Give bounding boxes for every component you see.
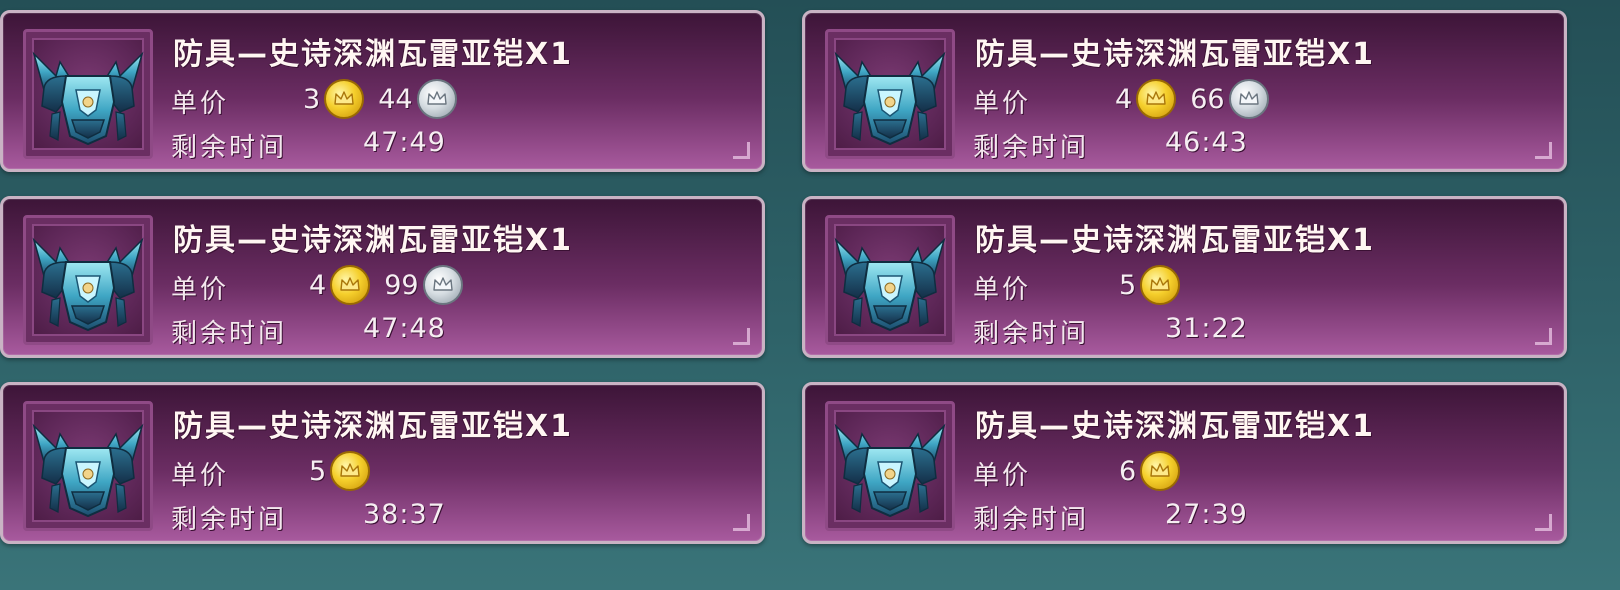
corner-mark	[1535, 514, 1552, 531]
gold-amount: 6	[1119, 455, 1137, 487]
listing-card[interactable]: 防具—史诗深渊瓦雷亚铠X1 单价 4 99 剩余时间 47:48	[0, 196, 765, 358]
gold-coin-icon	[330, 265, 371, 305]
item-slot	[825, 29, 955, 159]
time-left-value: 31:22	[1165, 313, 1248, 344]
price-value: 3 44	[303, 79, 471, 119]
price-label: 单价	[973, 461, 1032, 491]
silver-amount: 99	[384, 269, 419, 301]
corner-mark	[1535, 328, 1552, 345]
listing-card[interactable]: 防具—史诗深渊瓦雷亚铠X1 单价 5 剩余时间 38:37	[0, 382, 765, 544]
time-left-label: 剩余时间	[973, 319, 1090, 349]
silver-coin-icon	[1228, 79, 1269, 119]
listing-card[interactable]: 防具—史诗深渊瓦雷亚铠X1 单价 3 44 剩余时间 47:49	[0, 10, 765, 172]
item-slot	[825, 215, 955, 345]
time-left-value: 47:49	[363, 127, 446, 158]
price-label: 单价	[171, 461, 230, 491]
time-left-label: 剩余时间	[171, 319, 288, 349]
listing-grid: 防具—史诗深渊瓦雷亚铠X1 单价 3 44 剩余时间 47:49 防具—史诗深渊…	[0, 0, 1620, 590]
silver-coin-icon	[416, 79, 457, 119]
item-title: 防具—史诗深渊瓦雷亚铠X1	[975, 37, 1376, 72]
time-left-label: 剩余时间	[973, 133, 1090, 163]
gold-coin-icon	[324, 79, 365, 119]
gold-amount: 4	[1115, 83, 1133, 115]
time-left-label: 剩余时间	[973, 505, 1090, 535]
gold-coin-icon	[1136, 79, 1177, 119]
item-title: 防具—史诗深渊瓦雷亚铠X1	[173, 223, 574, 258]
gold-coin-icon	[1140, 451, 1181, 491]
price-label: 单价	[171, 275, 230, 305]
silver-amount: 66	[1190, 83, 1225, 115]
silver-amount: 44	[378, 83, 413, 115]
gold-amount: 4	[309, 269, 327, 301]
price-value: 4 99	[309, 265, 477, 305]
item-title: 防具—史诗深渊瓦雷亚铠X1	[975, 223, 1376, 258]
price-label: 单价	[171, 89, 230, 119]
price-value: 5	[309, 451, 384, 491]
price-value: 4 66	[1115, 79, 1283, 119]
price-label: 单价	[973, 89, 1032, 119]
gold-coin-icon	[330, 451, 371, 491]
corner-mark	[733, 328, 750, 345]
item-slot	[23, 29, 153, 159]
item-title: 防具—史诗深渊瓦雷亚铠X1	[975, 409, 1376, 444]
gold-amount: 5	[1119, 269, 1137, 301]
corner-mark	[733, 514, 750, 531]
gold-amount: 5	[309, 455, 327, 487]
time-left-value: 27:39	[1165, 499, 1248, 530]
time-left-label: 剩余时间	[171, 133, 288, 163]
time-left-label: 剩余时间	[171, 505, 288, 535]
time-left-value: 38:37	[363, 499, 446, 530]
price-label: 单价	[973, 275, 1032, 305]
listing-card[interactable]: 防具—史诗深渊瓦雷亚铠X1 单价 6 剩余时间 27:39	[802, 382, 1567, 544]
gold-amount: 3	[303, 83, 321, 115]
time-left-value: 46:43	[1165, 127, 1248, 158]
corner-mark	[1535, 142, 1552, 159]
gold-coin-icon	[1140, 265, 1181, 305]
listing-card[interactable]: 防具—史诗深渊瓦雷亚铠X1 单价 5 剩余时间 31:22	[802, 196, 1567, 358]
item-slot	[825, 401, 955, 531]
item-title: 防具—史诗深渊瓦雷亚铠X1	[173, 37, 574, 72]
silver-coin-icon	[422, 265, 463, 305]
item-title: 防具—史诗深渊瓦雷亚铠X1	[173, 409, 574, 444]
price-value: 6	[1119, 451, 1194, 491]
listing-card[interactable]: 防具—史诗深渊瓦雷亚铠X1 单价 4 66 剩余时间 46:43	[802, 10, 1567, 172]
corner-mark	[733, 142, 750, 159]
item-slot	[23, 215, 153, 345]
price-value: 5	[1119, 265, 1194, 305]
time-left-value: 47:48	[363, 313, 446, 344]
item-slot	[23, 401, 153, 531]
